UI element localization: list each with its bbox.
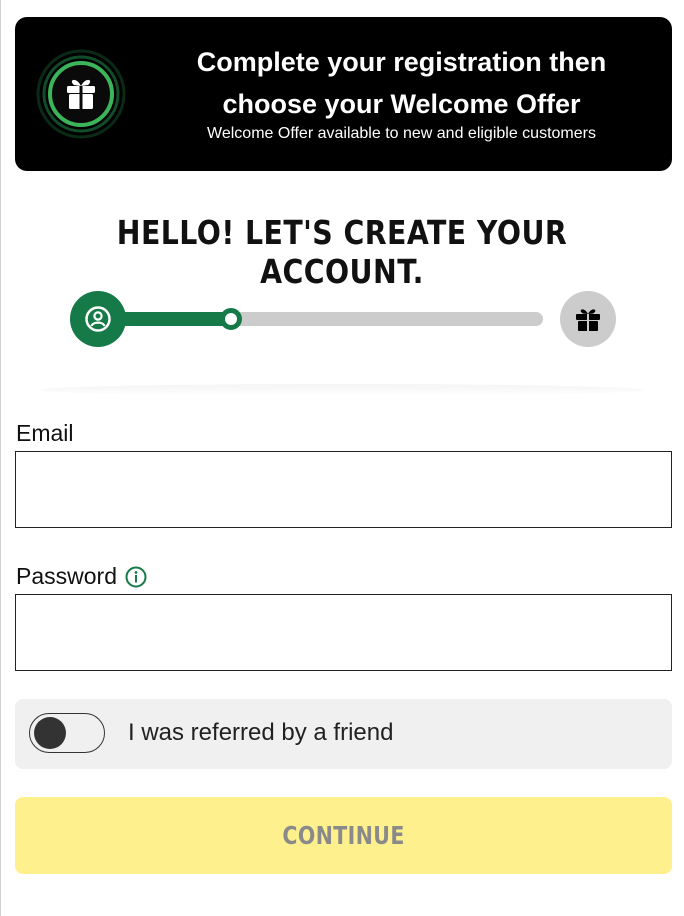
password-label: Password: [16, 563, 147, 590]
banner-text: Complete your registration then choose y…: [143, 41, 660, 144]
email-field[interactable]: [15, 451, 672, 528]
step-account: [70, 291, 126, 347]
gift-icon: [36, 49, 126, 139]
section-divider-shadow: [40, 384, 644, 396]
user-icon: [85, 306, 111, 332]
password-field[interactable]: [15, 594, 672, 671]
password-label-text: Password: [16, 563, 117, 589]
banner-title-line2: choose your Welcome Offer: [222, 89, 581, 119]
email-label-text: Email: [16, 420, 74, 446]
email-label: Email: [16, 420, 74, 447]
banner-title-line1: Complete your registration then: [196, 47, 607, 77]
progress-fill: [110, 312, 235, 326]
toggle-knob: [34, 717, 66, 749]
referral-label: I was referred by a friend: [128, 719, 394, 746]
gift-icon: [576, 309, 600, 331]
info-icon[interactable]: [125, 566, 147, 588]
registration-progress: [70, 290, 618, 348]
page-title: HELLO! LET'S CREATE YOUR ACCOUNT.: [116, 213, 568, 291]
referral-toggle-row[interactable]: I was referred by a friend: [15, 699, 672, 769]
banner-subtitle: Welcome Offer available to new and eligi…: [207, 125, 596, 142]
referral-toggle[interactable]: [29, 713, 105, 753]
progress-marker: [220, 308, 242, 330]
continue-button[interactable]: CONTINUE: [15, 797, 672, 874]
step-welcome-offer: [560, 291, 616, 347]
continue-button-label: CONTINUE: [282, 821, 405, 850]
welcome-offer-banner: Complete your registration then choose y…: [15, 17, 672, 171]
left-edge-divider: [0, 0, 1, 916]
progress-track: [230, 312, 543, 326]
